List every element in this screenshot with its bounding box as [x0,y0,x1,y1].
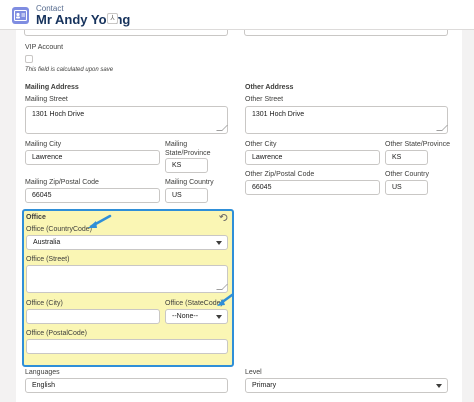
other-zip-input[interactable]: 66045 [245,180,380,195]
level-value: Primary [252,382,277,389]
other-zip-label: Other Zip/Postal Code [245,171,315,178]
vip-account-checkbox[interactable] [25,55,33,63]
annotation-arrow-icon [88,214,112,228]
office-annotation-box [22,209,234,367]
languages-input[interactable]: English [25,378,228,393]
resize-grip-icon[interactable] [216,125,228,131]
hierarchy-button[interactable]: ⅄ [107,13,118,24]
vip-account-label: VIP Account [25,44,64,51]
other-state-input[interactable]: KS [385,150,428,165]
level-label: Level [245,369,262,376]
mailing-country-label: Mailing Country [165,179,214,186]
mailing-city-label: Mailing City [25,141,62,148]
contact-card-icon [12,7,29,24]
mailing-address-heading: Mailing Address [25,84,79,91]
field-fragment-left[interactable] [24,30,228,36]
record-header: Contact Mr Andy Young ⅄ [0,0,474,30]
mailing-country-input[interactable]: US [165,188,208,203]
mailing-zip-input[interactable]: 66045 [25,188,160,203]
languages-label: Languages [25,369,60,376]
other-country-input[interactable]: US [385,180,428,195]
chevron-down-icon [436,384,442,388]
mailing-state-input[interactable]: KS [165,158,208,173]
other-city-input[interactable]: Lawrence [245,150,380,165]
mailing-city-input[interactable]: Lawrence [25,150,160,165]
annotation-arrow-icon [217,293,234,306]
other-address-heading: Other Address [245,84,294,91]
mailing-street-textarea[interactable]: 1301 Hoch Drive [25,106,228,134]
other-country-label: Other Country [385,171,429,178]
other-state-label: Other State/Province [385,141,450,148]
other-city-label: Other City [245,141,277,148]
mailing-street-value: 1301 Hoch Drive [32,111,85,118]
other-street-value: 1301 Hoch Drive [252,111,305,118]
mailing-state-label: Mailing State/Province [165,141,211,157]
vip-account-hint: This field is calculated upon save [25,67,114,73]
resize-grip-icon[interactable] [436,125,448,131]
field-fragment-right[interactable] [244,30,448,36]
other-street-textarea[interactable]: 1301 Hoch Drive [245,106,448,134]
level-select[interactable]: Primary [245,378,448,393]
mailing-zip-label: Mailing Zip/Postal Code [25,179,99,186]
other-street-label: Other Street [245,96,284,103]
mailing-street-label: Mailing Street [25,96,68,103]
